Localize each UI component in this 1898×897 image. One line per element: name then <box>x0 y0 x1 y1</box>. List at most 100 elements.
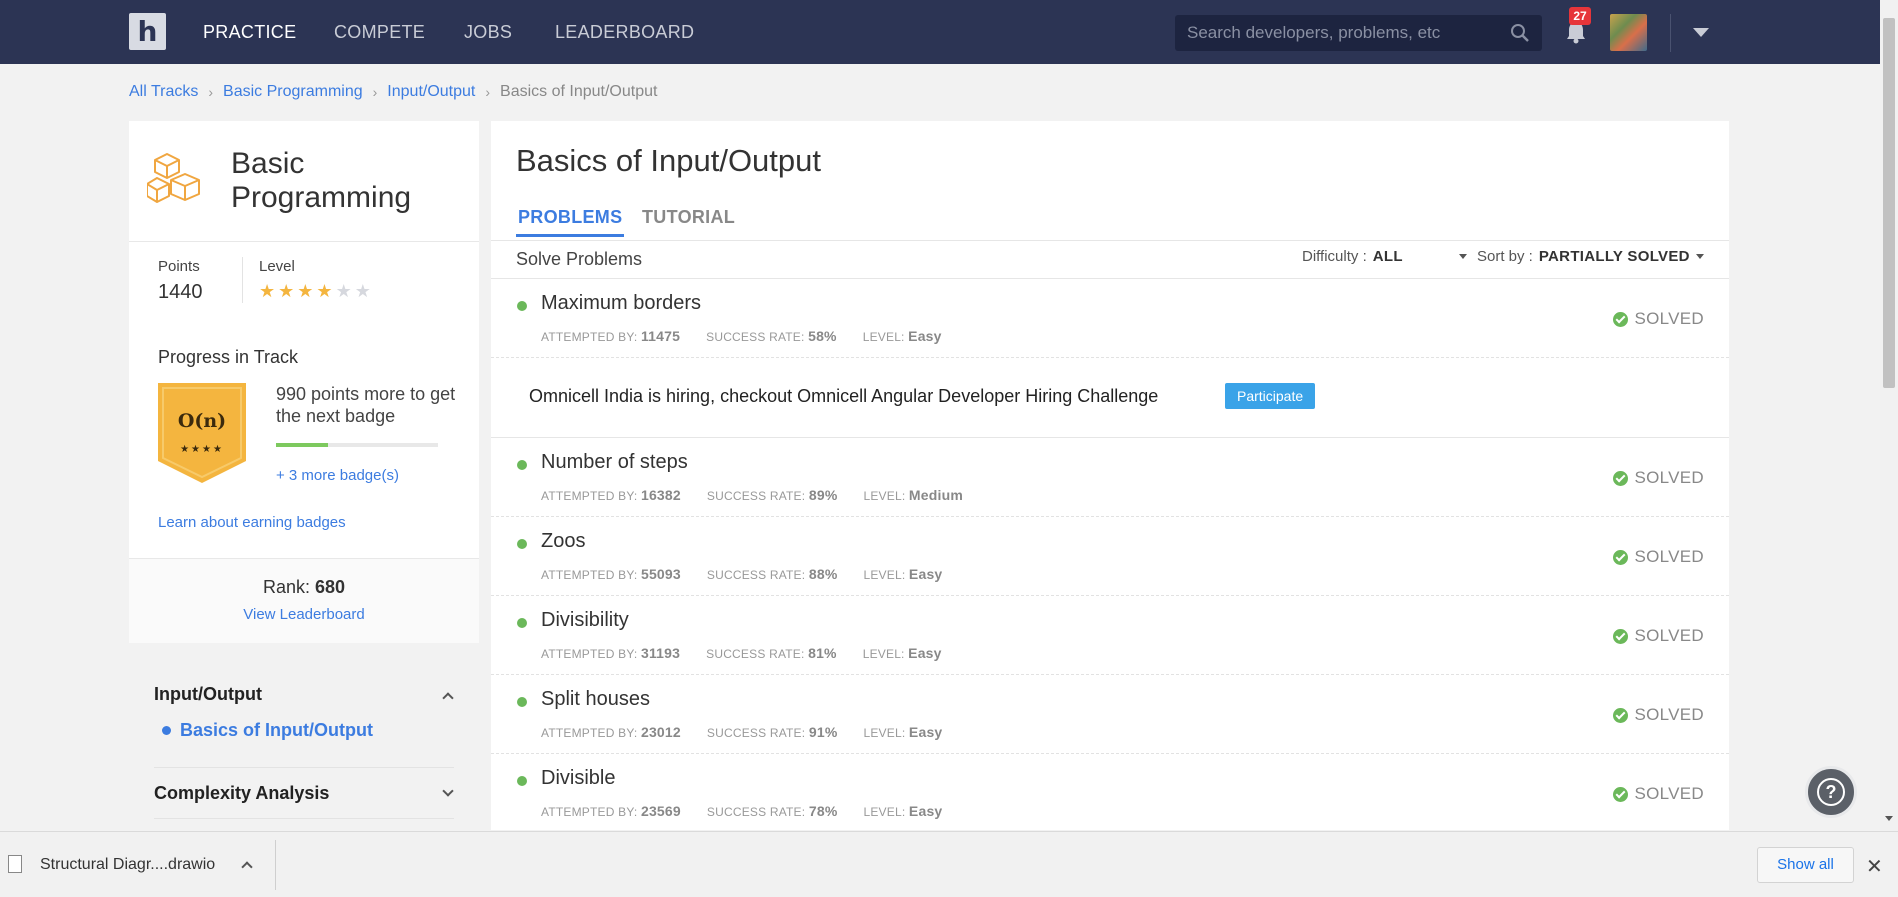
nav-divider <box>1670 14 1671 52</box>
tab-tutorial[interactable]: TUTORIAL <box>642 207 735 228</box>
points-label: Points <box>158 258 200 275</box>
divider <box>129 241 479 242</box>
progress-title: Progress in Track <box>158 347 299 367</box>
sort-label: Sort by : <box>1477 248 1533 265</box>
star-filled-icon: ★ <box>316 281 336 301</box>
problem-meta: ATTEMPTED BY: 11475 SUCCESS RATE: 58% LEVE… <box>541 328 968 344</box>
difficulty-filter[interactable]: Difficulty : ALL <box>1302 248 1467 265</box>
help-button[interactable]: ? <box>1805 766 1857 818</box>
problem-row[interactable]: Divisible ATTEMPTED BY: 23569 SUCCESS RATE… <box>491 754 1729 833</box>
badge-icon <box>158 383 246 483</box>
breadcrumb: All Tracks › Basic Programming › Input/O… <box>129 83 657 101</box>
breadcrumb-input-output[interactable]: Input/Output <box>387 83 475 101</box>
problem-meta: ATTEMPTED BY: 23569 SUCCESS RATE: 78% LEVE… <box>541 803 968 819</box>
level-label: Level <box>259 258 295 275</box>
search-icon[interactable] <box>1510 23 1530 43</box>
solved-label: SOLVED <box>1634 784 1704 803</box>
level-value: Easy <box>908 328 942 344</box>
attempted-label: ATTEMPTED BY: <box>541 805 638 819</box>
rank-box: Rank: 680 View Leaderboard <box>129 558 479 643</box>
download-file-name[interactable]: Structural Diagr....drawio <box>40 856 215 874</box>
divider <box>275 840 276 890</box>
chevron-up-icon[interactable] <box>241 861 253 873</box>
problem-name[interactable]: Zoos <box>541 530 585 553</box>
problem-name[interactable]: Split houses <box>541 688 650 711</box>
problem-meta: ATTEMPTED BY: 55093 SUCCESS RATE: 88% LEVE… <box>541 566 968 582</box>
hiring-banner: Omnicell India is hiring, checkout Omnic… <box>491 359 1729 438</box>
tab-problems[interactable]: PROBLEMS <box>516 207 625 237</box>
level-label: LEVEL: <box>863 568 906 582</box>
solved-status: SOLVED <box>1613 784 1704 804</box>
star-filled-icon: ★ <box>278 281 298 301</box>
nav-practice[interactable]: PRACTICE <box>203 22 296 43</box>
nav-compete[interactable]: COMPETE <box>334 22 425 43</box>
success-label: SUCCESS RATE: <box>706 647 805 661</box>
solved-label: SOLVED <box>1634 547 1704 566</box>
level-value: Easy <box>908 803 943 819</box>
search-input[interactable] <box>1187 15 1507 51</box>
nav-leaderboard[interactable]: LEADERBOARD <box>555 22 694 43</box>
success-label: SUCCESS RATE: <box>706 726 806 740</box>
breadcrumb-basic-programming[interactable]: Basic Programming <box>223 83 363 101</box>
attempted-value: 11475 <box>640 328 681 344</box>
sidebar-item-basics-io[interactable]: Basics of Input/Output <box>162 720 373 741</box>
problem-row[interactable]: Divisibility ATTEMPTED BY: 31193 SUCCESS R… <box>491 596 1729 675</box>
section-input-output[interactable]: Input/Output <box>154 684 262 705</box>
scrollbar-thumb[interactable] <box>1883 18 1895 388</box>
section-complexity-analysis[interactable]: Complexity Analysis <box>154 783 329 804</box>
problem-name[interactable]: Number of steps <box>541 451 688 474</box>
problem-meta: ATTEMPTED BY: 16382 SUCCESS RATE: 89% LEVE… <box>541 487 989 503</box>
problem-row[interactable]: Zoos ATTEMPTED BY: 55093 SUCCESS RATE: 88%… <box>491 517 1729 596</box>
problem-name[interactable]: Divisibility <box>541 609 629 632</box>
hackerearth-logo[interactable]: h <box>129 13 166 50</box>
level-stars: ★★★★★★ <box>259 281 374 302</box>
close-icon[interactable]: ✕ <box>1866 854 1883 879</box>
problem-row[interactable]: Split houses ATTEMPTED BY: 23012 SUCCESS R… <box>491 675 1729 754</box>
success-value: 91% <box>808 724 838 740</box>
problem-row[interactable]: Number of steps ATTEMPTED BY: 16382 SUCCES… <box>491 438 1729 517</box>
attempted-value: 23012 <box>640 724 681 740</box>
check-circle-icon <box>1613 707 1629 723</box>
difficulty-label: Difficulty : <box>1302 248 1367 265</box>
download-bar: Structural Diagr....drawio Show all ✕ <box>0 831 1898 897</box>
more-badges-link[interactable]: + 3 more badge(s) <box>276 467 399 484</box>
progress-bar-fill <box>276 443 328 447</box>
learn-badges-link[interactable]: Learn about earning badges <box>158 514 346 531</box>
page-scrollbar[interactable] <box>1880 0 1898 831</box>
attempted-value: 23569 <box>640 803 681 819</box>
attempted-label: ATTEMPTED BY: <box>541 489 638 503</box>
status-dot <box>517 460 527 470</box>
difficulty-value: ALL <box>1372 248 1403 265</box>
success-value: 89% <box>808 487 838 503</box>
caret-down-icon <box>1458 254 1467 259</box>
divider <box>242 257 243 303</box>
success-label: SUCCESS RATE: <box>706 330 805 344</box>
chevron-up-icon[interactable] <box>442 692 454 704</box>
profile-dropdown-icon[interactable] <box>1693 28 1709 37</box>
view-leaderboard-link[interactable]: View Leaderboard <box>129 606 479 623</box>
file-icon <box>8 855 22 873</box>
success-value: 81% <box>808 645 837 661</box>
nav-jobs[interactable]: JOBS <box>464 22 512 43</box>
badge-stars: ★★★★ <box>180 444 224 455</box>
participate-button[interactable]: Participate <box>1225 383 1316 409</box>
divider <box>491 240 1729 241</box>
solved-status: SOLVED <box>1613 309 1704 329</box>
solved-status: SOLVED <box>1613 626 1704 646</box>
solved-label: SOLVED <box>1634 468 1704 487</box>
divider <box>154 818 454 819</box>
status-dot <box>517 539 527 549</box>
scroll-down-icon[interactable] <box>1885 816 1893 821</box>
sort-by-filter[interactable]: Sort by : PARTIALLY SOLVED <box>1477 248 1704 265</box>
chevron-down-icon[interactable] <box>442 785 454 797</box>
check-circle-icon <box>1613 549 1629 565</box>
problem-meta: ATTEMPTED BY: 23012 SUCCESS RATE: 91% LEVE… <box>541 724 968 740</box>
user-avatar[interactable] <box>1610 14 1647 51</box>
solved-label: SOLVED <box>1634 626 1704 645</box>
show-all-button[interactable]: Show all <box>1757 847 1854 883</box>
problem-row[interactable]: Maximum borders ATTEMPTED BY: 11475 SUCCES… <box>491 279 1729 358</box>
star-filled-icon: ★ <box>259 281 279 301</box>
problem-name[interactable]: Maximum borders <box>541 292 701 315</box>
breadcrumb-all-tracks[interactable]: All Tracks <box>129 83 198 101</box>
problem-name[interactable]: Divisible <box>541 767 615 790</box>
